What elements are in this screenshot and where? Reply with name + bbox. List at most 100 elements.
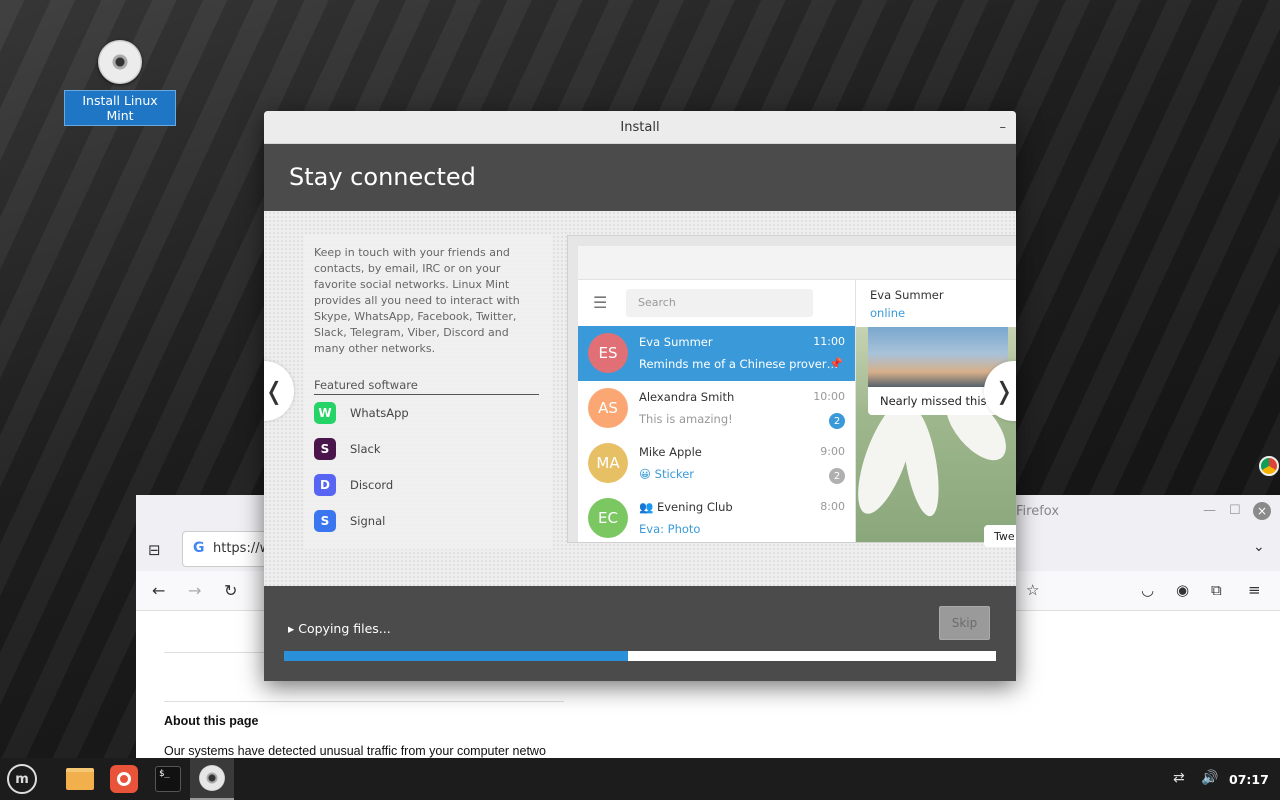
avatar: EC xyxy=(588,498,628,538)
chat-name: Mike Apple xyxy=(639,445,702,459)
telegram-screenshot: ☰ Search ES Eva Summer 11:00 Reminds me of … xyxy=(567,235,1016,547)
featured-app-item: S Slack xyxy=(314,431,542,467)
skip-button[interactable]: Skip xyxy=(939,606,990,640)
chat-name-text: Mike Apple xyxy=(639,445,702,459)
clock[interactable]: 07:17 xyxy=(1229,772,1269,787)
featured-app-item: S Signal xyxy=(314,503,542,539)
expander-arrow-icon: ▸ xyxy=(288,621,299,636)
featured-app-list: W WhatsApp S Slack D Discord S Signal xyxy=(314,395,542,539)
whatsapp-icon: W xyxy=(314,402,336,424)
install-footer: ▸ Copying files... Skip xyxy=(264,586,1016,681)
chat-items: ES Eva Summer 11:00 Reminds me of a Chinese… xyxy=(578,326,855,546)
chat-list-item: EC 👥 Evening Club 8:00 Eva: Photo xyxy=(578,491,855,546)
progress-status[interactable]: ▸ Copying files... xyxy=(288,621,391,636)
chat-list-item: ES Eva Summer 11:00 Reminds me of a Chinese… xyxy=(578,326,855,381)
progress-bar xyxy=(284,651,996,661)
install-titlebar: Install – xyxy=(264,111,1016,144)
search-bar: ☰ Search xyxy=(578,280,855,326)
featured-app-name: Signal xyxy=(350,514,386,528)
url-text: https://w xyxy=(213,541,271,556)
telegram-window: ☰ Search ES Eva Summer 11:00 Reminds me of … xyxy=(578,246,1016,547)
progress-text: Copying files... xyxy=(298,621,391,636)
bookmark-star-icon[interactable]: ☆ xyxy=(1026,581,1039,599)
chat-background: Nearly missed this s Twe xyxy=(846,327,1016,547)
account-icon[interactable]: ◉ xyxy=(1176,581,1189,599)
unread-badge: 2 xyxy=(829,413,845,429)
tab-manager-icon[interactable]: ⊟ xyxy=(148,541,161,559)
previous-slide-button[interactable]: ❬ xyxy=(264,361,294,421)
contact-status: online xyxy=(870,306,906,320)
slide-heading: Stay connected xyxy=(264,144,1016,211)
taskbar: m $_ ⇄ 🔊 07:17 xyxy=(0,758,1280,800)
chat-list-item: AS Alexandra Smith 10:00 This is amazing! 2 xyxy=(578,381,855,436)
back-icon[interactable]: ← xyxy=(152,581,165,600)
featured-app-name: Discord xyxy=(350,478,394,492)
chat-time: 9:00 xyxy=(820,445,845,458)
divider xyxy=(164,701,564,702)
message-bubble: Twe xyxy=(984,525,1016,547)
volume-icon[interactable]: 🔊 xyxy=(1201,770,1218,786)
linux-mint-logo-icon: m xyxy=(7,764,37,794)
info-panel: Keep in touch with your friends and cont… xyxy=(304,235,552,549)
minimize-icon[interactable]: — xyxy=(1203,503,1216,518)
chevron-down-icon[interactable]: ⌄ xyxy=(1253,539,1265,555)
featured-app-name: WhatsApp xyxy=(350,406,409,420)
disc-icon xyxy=(98,40,142,84)
firefox-title: Firefox xyxy=(1016,504,1060,519)
chat-preview: 😀 Sticker xyxy=(639,467,695,481)
forward-icon[interactable]: → xyxy=(188,581,201,600)
slack-icon: S xyxy=(314,438,336,460)
chat-list-item: MA Mike Apple 9:00 😀 Sticker 2 xyxy=(578,436,855,491)
chat-preview: Eva: Photo xyxy=(639,522,701,536)
install-window: Install – Stay connected Keep in touch w… xyxy=(264,111,1016,681)
reload-icon[interactable]: ↻ xyxy=(224,581,237,600)
network-disconnected-icon[interactable]: ⇄ xyxy=(1173,770,1185,786)
hamburger-icon: ☰ xyxy=(593,293,608,312)
desktop-icon-install-linux-mint[interactable]: Install Linux Mint xyxy=(64,40,176,126)
about-text: Our systems have detected unusual traffi… xyxy=(164,744,546,758)
chat-preview: Reminds me of a Chinese prover… xyxy=(639,357,839,371)
menu-button[interactable]: m xyxy=(0,758,44,800)
chat-time: 10:00 xyxy=(813,390,845,403)
files-launcher[interactable] xyxy=(58,758,102,800)
unread-badge: 2 xyxy=(829,468,845,484)
slideshow: Keep in touch with your friends and cont… xyxy=(264,211,1016,586)
installer-task[interactable] xyxy=(190,758,234,800)
folder-icon xyxy=(66,768,94,790)
chat-name: 👥 Evening Club xyxy=(639,500,733,514)
avatar: MA xyxy=(588,443,628,483)
chat-time: 8:00 xyxy=(820,500,845,513)
window-title: Install xyxy=(620,120,660,135)
avatar: AS xyxy=(588,388,628,428)
chat-header: Eva Summer online xyxy=(856,280,1016,327)
menu-icon[interactable]: ≡ xyxy=(1248,581,1261,599)
chat-time: 11:00 xyxy=(813,335,845,348)
avatar: ES xyxy=(588,333,628,373)
group-icon: 👥 xyxy=(639,500,657,514)
chat-name-text: Eva Summer xyxy=(639,335,713,349)
terminal-launcher[interactable]: $_ xyxy=(146,758,190,800)
about-heading: About this page xyxy=(164,714,259,728)
chat-name: Alexandra Smith xyxy=(639,390,734,404)
featured-app-item: D Discord xyxy=(314,467,542,503)
chat-name: Eva Summer xyxy=(639,335,713,349)
signal-icon: S xyxy=(314,510,336,532)
extensions-icon[interactable]: ⧉ xyxy=(1211,581,1222,599)
terminal-icon: $_ xyxy=(155,766,181,792)
contact-name: Eva Summer xyxy=(870,288,944,302)
telegram-titlebar xyxy=(578,246,1016,280)
desktop-icon-label: Install Linux Mint xyxy=(64,90,176,126)
minimize-button[interactable]: – xyxy=(1000,111,1007,144)
chat-preview: This is amazing! xyxy=(639,412,733,426)
discord-icon: D xyxy=(314,474,336,496)
featured-app-item: W WhatsApp xyxy=(314,395,542,431)
featured-app-name: Slack xyxy=(350,442,381,456)
featured-software-label: Featured software xyxy=(314,378,539,395)
pocket-icon[interactable]: ◡ xyxy=(1141,581,1154,599)
software-manager-launcher[interactable] xyxy=(102,758,146,800)
chat-name-text: Alexandra Smith xyxy=(639,390,735,404)
software-manager-icon xyxy=(110,765,138,793)
close-button[interactable]: × xyxy=(1253,502,1271,520)
chrome-icon[interactable] xyxy=(1259,456,1279,476)
maximize-icon[interactable]: ☐ xyxy=(1229,503,1241,518)
